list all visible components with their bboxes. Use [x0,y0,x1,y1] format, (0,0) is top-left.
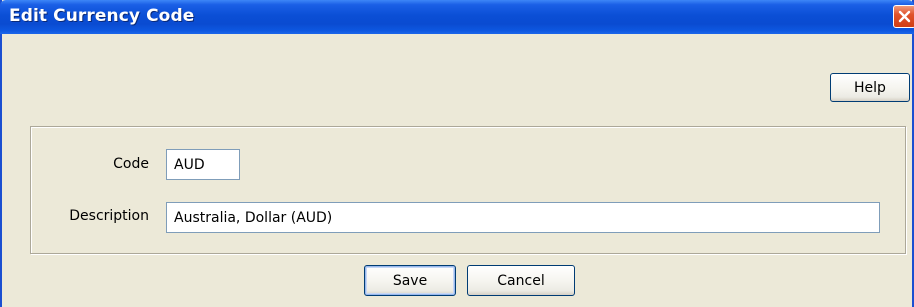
code-field[interactable] [166,149,240,180]
save-button[interactable]: Save [364,265,456,296]
code-label: Code [113,156,149,172]
close-button[interactable] [893,5,914,28]
cancel-button[interactable]: Cancel [467,265,575,296]
description-label: Description [69,208,149,224]
close-icon [898,10,911,23]
window-title: Edit Currency Code [9,6,195,26]
title-bar[interactable]: Edit Currency Code [0,0,914,34]
help-button[interactable]: Help [830,73,910,102]
currency-form-panel: Code Description [30,126,906,254]
description-field[interactable] [166,202,880,233]
edit-currency-dialog: Edit Currency Code Help Code Description… [0,0,914,307]
